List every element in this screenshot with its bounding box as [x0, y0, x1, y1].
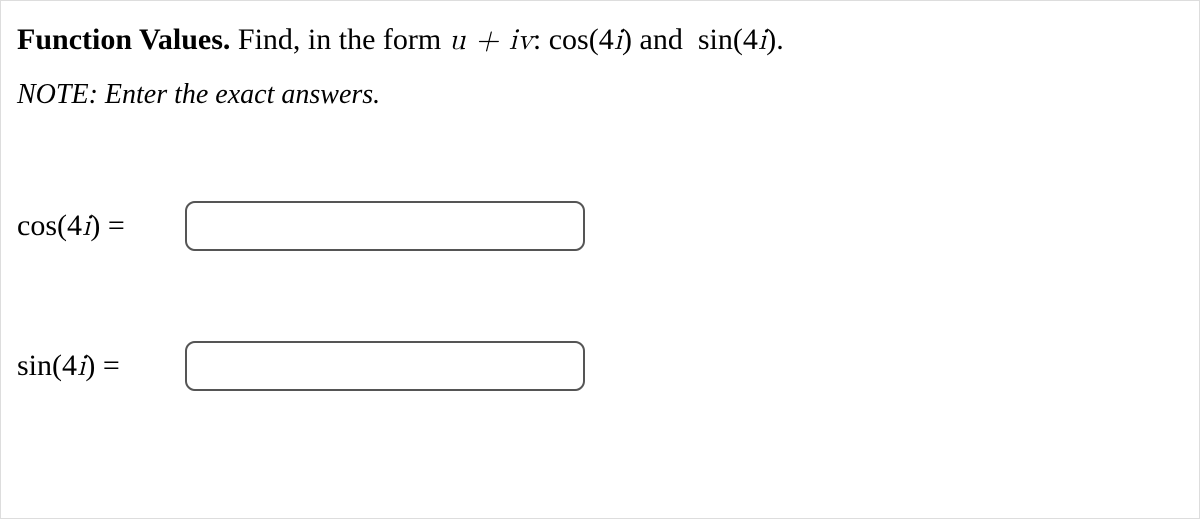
sin-input[interactable]	[185, 341, 585, 391]
sin-equals: =	[95, 349, 119, 382]
heading-expr: u + iv	[449, 25, 533, 55]
cos-label: cos(4i) =	[17, 208, 185, 244]
heading: Function Values. Find, in the form u + i…	[17, 19, 1183, 61]
heading-title: Function Values.	[17, 23, 230, 56]
heading-prompt-pre: Find, in the form	[238, 23, 449, 56]
cos-arg: (4i)	[57, 209, 100, 242]
cos-input[interactable]	[185, 201, 585, 251]
cos-row: cos(4i) =	[17, 201, 1183, 251]
sin-row: sin(4i) =	[17, 341, 1183, 391]
heading-prompt-post: : cos(4i) and sin(4i).	[533, 23, 784, 56]
sin-arg: (4i)	[52, 349, 95, 382]
cos-equals: =	[100, 209, 124, 242]
note: NOTE: Enter the exact answers.	[17, 79, 1183, 111]
cos-func: cos	[17, 209, 57, 242]
sin-label: sin(4i) =	[17, 348, 185, 384]
sin-func: sin	[17, 349, 52, 382]
